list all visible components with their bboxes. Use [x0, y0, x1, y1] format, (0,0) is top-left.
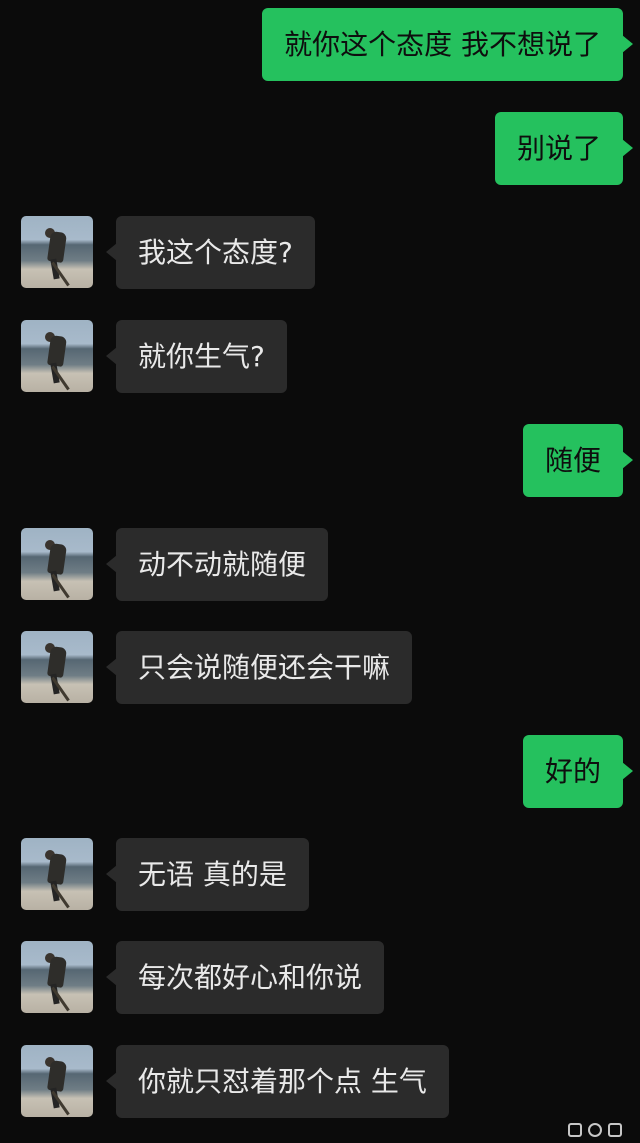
contact-avatar[interactable]: [21, 631, 93, 703]
avatar-figure-body: [46, 956, 68, 988]
contact-message-bubble[interactable]: 就你生气?: [106, 320, 287, 393]
contact-avatar[interactable]: [21, 941, 93, 1013]
watermark-square-icon: [608, 1123, 622, 1137]
contact-avatar[interactable]: [21, 216, 93, 288]
contact-message-bubble[interactable]: 只会说随便还会干嘛: [105, 631, 413, 704]
contact-avatar[interactable]: [21, 1045, 93, 1117]
avatar-figure-body: [46, 646, 68, 678]
contact-message-bubble[interactable]: 动不动就随便: [105, 528, 329, 601]
contact-avatar[interactable]: [21, 838, 93, 910]
avatar-figure-body: [46, 335, 68, 367]
my-message-bubble[interactable]: 好的: [522, 735, 634, 808]
my-message-bubble[interactable]: 别说了: [494, 112, 634, 185]
contact-avatar[interactable]: [21, 320, 93, 392]
contact-message-bubble[interactable]: 我这个态度?: [106, 216, 315, 289]
my-message-bubble[interactable]: 就你这个态度 我不想说了: [262, 8, 633, 81]
avatar-figure-body: [46, 1060, 68, 1092]
avatar-figure-body: [46, 543, 68, 575]
contact-message-bubble[interactable]: 每次都好心和你说: [105, 941, 385, 1014]
watermark-circle-icon: [588, 1123, 602, 1137]
avatar-figure-body: [46, 231, 68, 263]
my-message-bubble[interactable]: 随便: [522, 424, 634, 497]
contact-message-bubble[interactable]: 无语 真的是: [106, 838, 309, 911]
watermark-square-icon: [568, 1123, 582, 1137]
avatar-figure-body: [46, 853, 68, 885]
chat-message-list[interactable]: 就你这个态度 我不想说了 别说了 我这个态度? 就你生气? 随便 动不动就随便 …: [0, 0, 640, 1143]
contact-message-bubble[interactable]: 你就只怼着那个点 生气: [106, 1045, 449, 1118]
watermark-logo: [568, 1123, 622, 1137]
contact-avatar[interactable]: [21, 528, 93, 600]
